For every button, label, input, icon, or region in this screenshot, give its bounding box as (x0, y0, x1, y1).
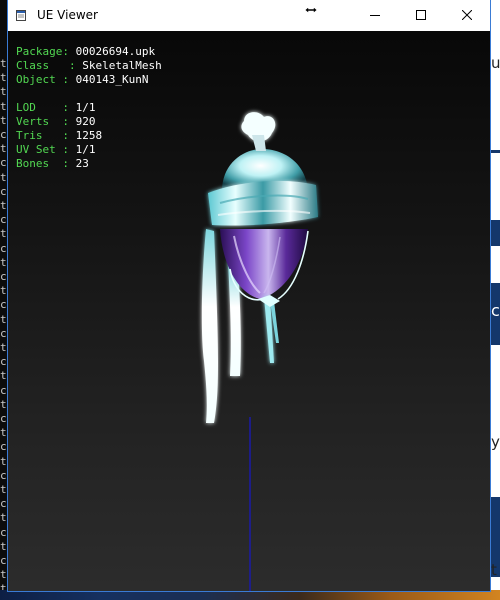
minimize-button[interactable] (352, 0, 398, 31)
info-value: 23 (75, 157, 89, 170)
window-title: UE Viewer (37, 8, 98, 22)
background-console-window[interactable]: tttttctctctctctctctctctctctctctctctctt (0, 0, 8, 600)
close-icon (462, 10, 472, 20)
title-bar[interactable]: UE Viewer (8, 0, 490, 31)
mesh-info-overlay: Package: 00026694.upk Class : SkeletalMe… (16, 45, 162, 171)
minimize-icon (370, 15, 380, 16)
console-text-fragment: c (0, 468, 7, 482)
close-button[interactable] (444, 0, 490, 31)
left-ribbon (201, 229, 218, 423)
app-stripe (490, 150, 500, 153)
console-text-fragment: t (0, 227, 7, 241)
app-text-fragment: t (491, 562, 497, 578)
app-text-fragment: c (491, 303, 500, 319)
console-text-fragment: t (0, 71, 7, 85)
console-text-fragment: c (0, 270, 7, 283)
console-text-fragment: c (0, 326, 7, 340)
console-text-fragment: t (0, 113, 7, 127)
console-text-fragment: t (0, 511, 7, 525)
console-text-fragment: t (0, 568, 7, 582)
console-text-fragment: t (0, 539, 7, 553)
info-row-tris: Tris : 1258 (16, 129, 103, 142)
horizontal-resize-cursor-icon (304, 6, 318, 14)
info-label: UV Set (16, 143, 56, 156)
info-value: 1/1 (75, 143, 96, 156)
info-value: 1258 (75, 129, 103, 142)
desktop-wallpaper (0, 590, 500, 600)
console-text-fragment: t (0, 142, 7, 156)
console-text-fragment: t (0, 369, 7, 383)
console-text-fragment: c (0, 184, 7, 198)
console-text-fragment: c (0, 128, 7, 141)
console-text-fragment: t (0, 454, 7, 468)
info-label: Object (16, 73, 56, 86)
console-text-fragment: t (0, 341, 7, 354)
info-value: 00026694.upk (75, 45, 156, 58)
console-text-fragment: c (0, 241, 7, 255)
info-label: Tris (16, 129, 43, 142)
info-row-package: Package: 00026694.upk (16, 45, 156, 58)
ue-viewer-app-icon (16, 10, 26, 21)
maximize-icon (416, 10, 426, 20)
console-text-fragment: t (0, 483, 7, 496)
info-label: Bones (16, 157, 50, 170)
maximize-button[interactable] (398, 0, 444, 31)
3d-viewport[interactable]: Package: 00026694.upk Class : SkeletalMe… (8, 31, 490, 591)
app-text-fragment: y (491, 434, 500, 450)
desktop: tttttctctctctctctctctctctctctctctctctt u… (0, 0, 500, 600)
info-label: Verts (16, 115, 50, 128)
info-row-lod: LOD : 1/1 (16, 101, 96, 114)
console-text-fragment: c (0, 412, 7, 425)
console-text-fragment: t (0, 170, 7, 184)
console-text-fragment: t (0, 99, 7, 113)
info-row-verts: Verts : 920 (16, 115, 96, 128)
console-text-fragment: c (0, 525, 7, 539)
console-text-fragment: c (0, 383, 7, 397)
console-text-fragment: t (0, 57, 7, 70)
console-text-fragment: c (0, 497, 7, 511)
console-text-fragment: c (0, 298, 7, 312)
console-text-fragment: t (0, 426, 7, 440)
info-row-uvset: UV Set : 1/1 (16, 143, 96, 156)
info-label: LOD (16, 101, 36, 114)
console-text-fragment: c (0, 355, 7, 369)
ue-viewer-window: UE Viewer Package: 00026694.upk Class: … (8, 0, 490, 591)
info-row-bones: Bones : 23 (16, 157, 89, 170)
console-text-fragment: t (0, 312, 7, 326)
app-stripe (490, 220, 500, 246)
info-value: SkeletalMesh (82, 59, 162, 72)
info-label: Package (16, 45, 63, 58)
console-text-fragment: c (0, 156, 7, 170)
info-row-class: Class : SkeletalMesh (16, 59, 162, 72)
console-text-fragment: t (0, 85, 7, 99)
console-text-fragment: c (0, 213, 7, 227)
app-text-fragment: u (491, 55, 500, 71)
info-value: 920 (75, 115, 96, 128)
info-row-object: Object : 040143_KunN (16, 73, 149, 86)
console-text-fragment: t (0, 397, 7, 411)
info-label: Class (16, 59, 50, 72)
background-app-window[interactable]: u c y t (490, 0, 500, 600)
console-text-fragment: t (0, 284, 7, 298)
info-value: 040143_KunN (75, 73, 149, 86)
console-text-fragment: t (0, 255, 7, 269)
console-text-fragment: t (0, 199, 7, 212)
info-value: 1/1 (75, 101, 96, 114)
console-text-fragment: c (0, 440, 7, 454)
console-text-fragment: c (0, 554, 7, 567)
